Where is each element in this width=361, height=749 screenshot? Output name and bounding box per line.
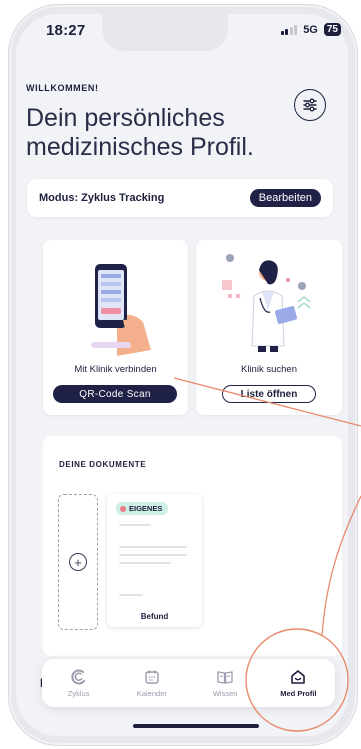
badge-label: EIGENES	[129, 504, 163, 513]
tab-label: Kalender	[136, 689, 167, 698]
network-label: 5G	[303, 23, 318, 36]
signal-icon	[280, 24, 298, 35]
tab-bar: Zyklus Kalender Wissen Med Profil	[42, 659, 335, 707]
tab-med-profil[interactable]: Med Profil	[262, 659, 335, 707]
edit-mode-button[interactable]: Bearbeiten	[249, 189, 321, 207]
badge-dot-icon	[120, 505, 126, 512]
search-clinic-title: Klinik suchen	[241, 364, 297, 375]
page-title: Dein persönliches medizinisches Profil.	[26, 104, 254, 161]
open-list-button[interactable]: Liste öffnen	[222, 385, 316, 403]
mode-label: Modus: Zyklus Tracking	[39, 192, 165, 204]
home-indicator	[133, 724, 259, 728]
tab-label: Wissen	[212, 689, 238, 698]
home-icon	[291, 670, 306, 684]
tab-zyklus[interactable]: Zyklus	[42, 659, 115, 707]
status-indicators: 5G 75	[280, 23, 341, 36]
doc-line	[119, 554, 187, 556]
tab-kalender[interactable]: Kalender	[115, 659, 188, 707]
calendar-icon	[145, 670, 159, 684]
sliders-icon	[303, 98, 317, 112]
doc-line	[119, 524, 151, 526]
doctor-illustration	[222, 254, 311, 352]
notch	[102, 14, 228, 51]
tab-label: Med Profil	[280, 689, 317, 698]
doc-line	[119, 562, 171, 564]
document-card[interactable]: EIGENES Befund	[107, 494, 202, 627]
connect-clinic-title: Mit Klinik verbinden	[74, 364, 157, 375]
doc-line	[119, 594, 143, 596]
documents-panel: DEINE DOKUMENTE + EIGENES Befund	[43, 436, 342, 656]
doc-line	[119, 546, 187, 548]
tab-label: Zyklus	[67, 689, 90, 698]
document-label: Befund	[140, 612, 169, 621]
phone-hand-illustration	[91, 264, 151, 356]
cycle-icon	[71, 669, 85, 685]
document-badge: EIGENES	[116, 502, 169, 515]
status-time: 18:27	[46, 22, 86, 39]
settings-button[interactable]	[294, 89, 326, 121]
battery-icon: 75	[323, 23, 341, 36]
tab-wissen[interactable]: Wissen	[189, 659, 262, 707]
welcome-label: WILLKOMMEN!	[26, 83, 99, 93]
book-icon	[217, 671, 233, 684]
documents-title: DEINE DOKUMENTE	[59, 460, 147, 469]
mode-card: Modus: Zyklus Tracking Bearbeiten	[27, 179, 333, 217]
connect-clinic-card[interactable]: Mit Klinik verbinden QR-Code Scan	[43, 240, 188, 415]
qr-scan-button[interactable]: QR-Code Scan	[53, 385, 177, 403]
plus-icon: +	[69, 553, 87, 571]
add-document-button[interactable]: +	[58, 494, 98, 630]
search-clinic-card[interactable]: Klinik suchen Liste öffnen	[196, 240, 342, 415]
